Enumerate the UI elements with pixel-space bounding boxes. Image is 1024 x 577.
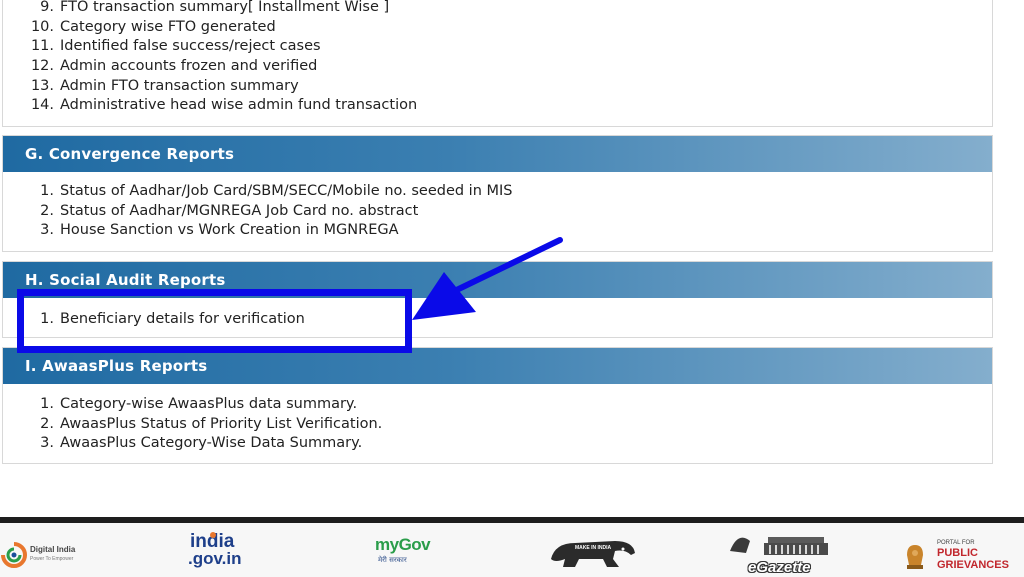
report-link-awaasplus-category-summary[interactable]: Category-wise AwaasPlus data summary. (60, 396, 357, 412)
make-in-india-logo[interactable]: MAKE IN INDIA (545, 533, 640, 573)
report-link-awaasplus-priority-list[interactable]: AwaasPlus Status of Priority List Verifi… (60, 416, 382, 432)
pg-portal-logo[interactable]: PORTAL FOR PUBLIC GRIEVANCES (903, 540, 1024, 577)
item-number: 3. (40, 435, 54, 452)
mygov-logo[interactable]: myGov मेरी सरकार (375, 535, 445, 571)
list-item: 14. Administrative head wise admin fund t… (3, 96, 992, 116)
pg-portal-line3: GRIEVANCES (937, 559, 1009, 571)
item-number: 14. (30, 97, 54, 114)
item-number: 12. (30, 58, 54, 75)
list-item: 1. Status of Aadhar/Job Card/SBM/SECC/Mob… (3, 182, 992, 202)
list-item: 3. AwaasPlus Category-Wise Data Summary. (3, 434, 992, 454)
list-item: 2. Status of Aadhar/MGNREGA Job Card no. … (3, 202, 992, 222)
digital-india-logo[interactable]: Digital India Power To Empower (0, 539, 100, 569)
section-i-list: 1. Category-wise AwaasPlus data summary. … (3, 395, 992, 454)
egazette-logo[interactable]: eGazette (718, 529, 838, 577)
report-link-house-vs-work[interactable]: House Sanction vs Work Creation in MGNRE… (60, 222, 399, 238)
pg-portal-line1: PORTAL FOR (937, 540, 975, 546)
section-g-list: 1. Status of Aadhar/Job Card/SBM/SECC/Mob… (3, 182, 992, 241)
list-item: 10. Category wise FTO generated (3, 18, 992, 38)
india-gov-logo[interactable]: india .gov.in (188, 531, 268, 571)
footer-logos: Digital India Power To Empower india .go… (0, 523, 1024, 577)
report-link-admin-head-fund[interactable]: Administrative head wise admin fund tran… (60, 97, 417, 113)
list-item: 11. Identified false success/reject cases (3, 37, 992, 57)
digital-india-text: Digital India (30, 545, 76, 554)
india-gov-line2: .gov.in (188, 549, 242, 568)
report-link-category-fto[interactable]: Category wise FTO generated (60, 19, 276, 35)
report-link-false-success[interactable]: Identified false success/reject cases (60, 38, 321, 54)
report-link-fto-installment[interactable]: FTO transaction summary[ Installment Wis… (60, 0, 389, 15)
item-number: 13. (30, 77, 54, 94)
section-f-list: 9. FTO transaction summary[ Installment W… (3, 0, 992, 116)
mygov-text: myGov (375, 535, 431, 554)
item-number: 2. (40, 415, 54, 432)
egazette-text: eGazette (748, 559, 811, 576)
page: 9. FTO transaction summary[ Installment W… (0, 0, 1024, 577)
section-i-header: I. AwaasPlus Reports (3, 348, 992, 384)
annotation-arrow-icon (412, 237, 563, 320)
india-gov-accent (210, 532, 216, 538)
report-link-aadhar-seeded[interactable]: Status of Aadhar/Job Card/SBM/SECC/Mobil… (60, 183, 513, 199)
list-item: 13. Admin FTO transaction summary (3, 77, 992, 97)
report-link-awaasplus-category-data[interactable]: AwaasPlus Category-Wise Data Summary. (60, 435, 362, 451)
item-number: 2. (40, 202, 54, 219)
list-item: 2. AwaasPlus Status of Priority List Veri… (3, 415, 992, 435)
section-f-card: 9. FTO transaction summary[ Installment W… (2, 0, 993, 127)
national-emblem-icon (907, 545, 923, 569)
list-item: 12. Admin accounts frozen and verified (3, 57, 992, 77)
make-in-india-text: MAKE IN INDIA (575, 545, 612, 551)
annotation-highlight-box (17, 289, 412, 353)
list-item: 9. FTO transaction summary[ Installment W… (3, 0, 992, 18)
item-number: 9. (40, 0, 54, 15)
report-link-admin-fto[interactable]: Admin FTO transaction summary (60, 78, 299, 94)
item-number: 1. (40, 396, 54, 412)
section-i-card: I. AwaasPlus Reports 1. Category-wise Awa… (2, 347, 993, 464)
list-item: 1. Category-wise AwaasPlus data summary. (3, 395, 992, 415)
mygov-tagline: मेरी सरकार (378, 556, 407, 564)
item-number: 3. (40, 222, 54, 239)
report-link-admin-frozen[interactable]: Admin accounts frozen and verified (60, 58, 317, 74)
section-g-header: G. Convergence Reports (3, 136, 992, 172)
item-number: 11. (30, 38, 54, 55)
lion-icon (551, 541, 635, 567)
digital-india-swirl-icon (1, 542, 27, 568)
digital-india-tagline: Power To Empower (30, 556, 74, 562)
item-number: 1. (40, 183, 54, 199)
parliament-icon (730, 537, 828, 555)
pg-portal-line2: PUBLIC (937, 547, 978, 559)
section-g-card: G. Convergence Reports 1. Status of Aadha… (2, 135, 993, 252)
report-link-aadhar-abstract[interactable]: Status of Aadhar/MGNREGA Job Card no. ab… (60, 203, 418, 219)
item-number: 10. (30, 18, 54, 35)
